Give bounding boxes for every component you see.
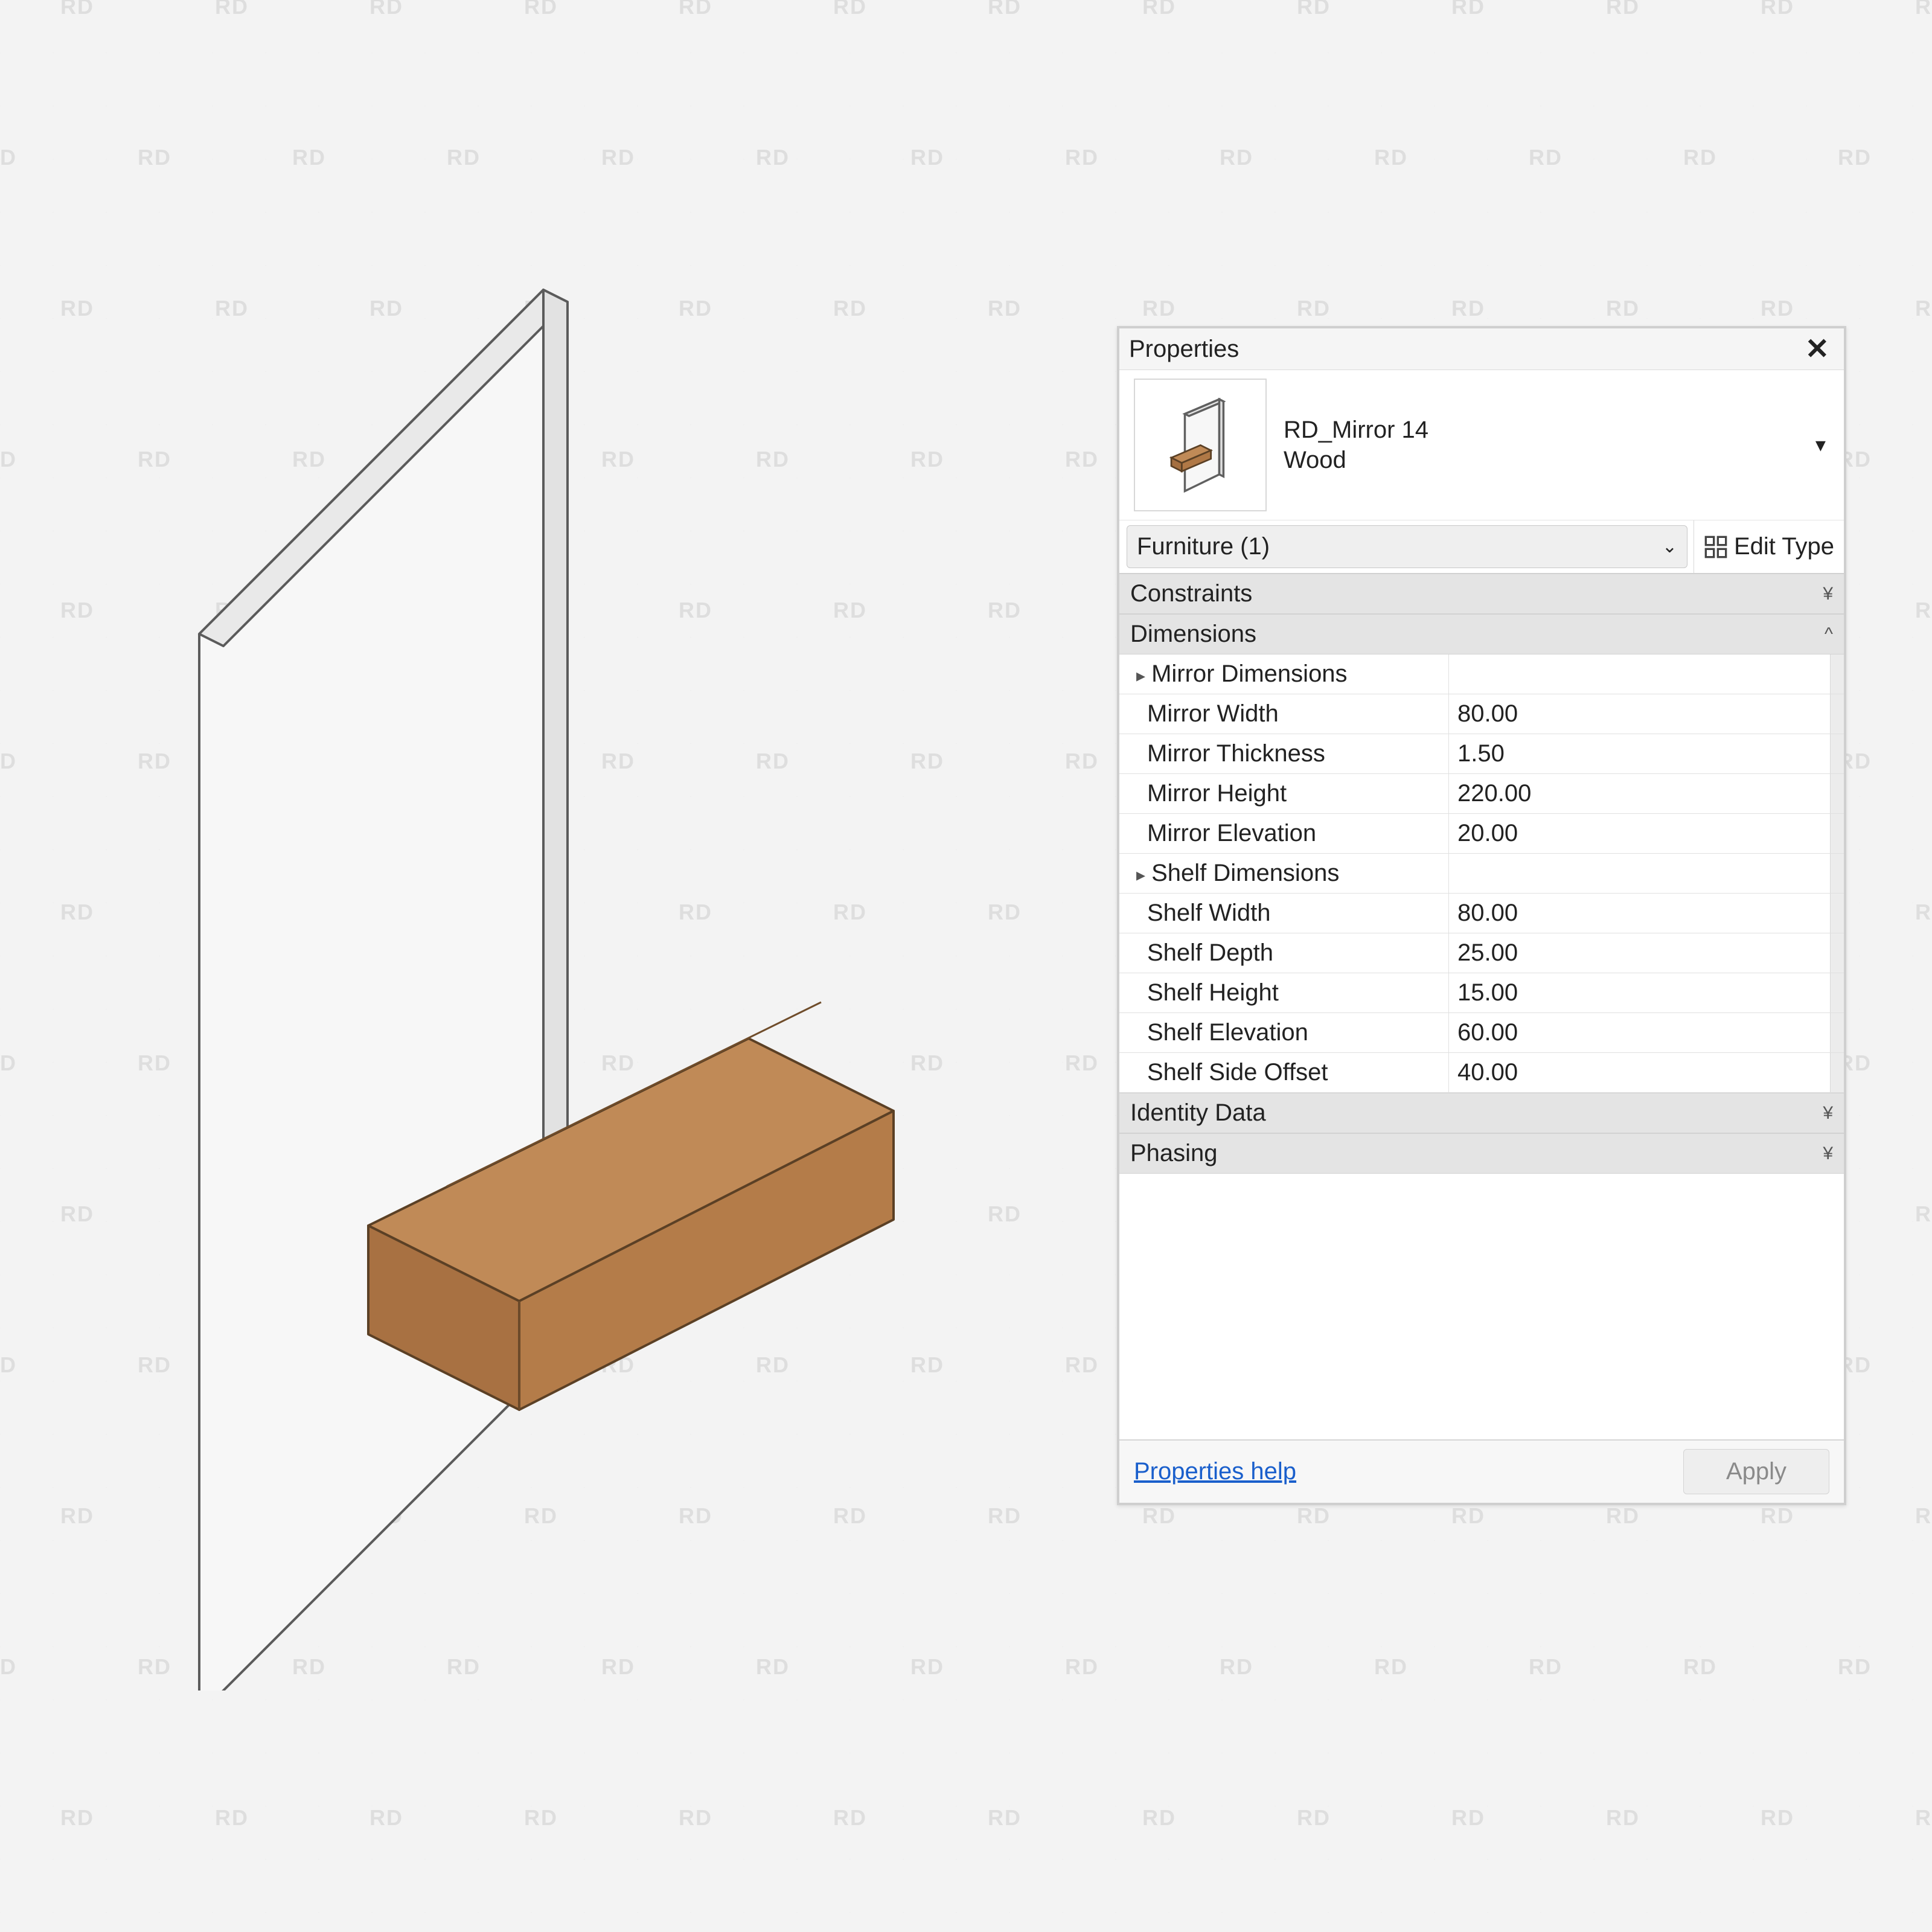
instance-filter-dropdown[interactable]: Furniture (1) ⌄ [1127,525,1687,568]
section-label: Phasing [1130,1140,1218,1167]
family-type: Wood [1284,445,1428,475]
prop-value[interactable]: 220.00 [1448,774,1830,813]
properties-panel: Properties ✕ RD_Mirror 14 Wood ▾ [1117,326,1846,1505]
expand-icon: ¥ [1823,1144,1833,1164]
prop-mirror-elevation: Mirror Elevation 20.00 [1119,814,1844,854]
prop-value[interactable]: 15.00 [1448,973,1830,1012]
row-handle [1830,1013,1844,1052]
expand-icon: ¥ [1823,1103,1833,1124]
panel-titlebar: Properties ✕ [1119,328,1844,370]
section-phasing[interactable]: Phasing ¥ [1119,1133,1844,1174]
prop-value[interactable]: 80.00 [1448,894,1830,933]
family-type-text: RD_Mirror 14 Wood [1284,415,1428,475]
row-handle [1830,854,1844,893]
prop-label: Shelf Side Offset [1119,1053,1448,1092]
prop-mirror-width: Mirror Width 80.00 [1119,694,1844,734]
panel-empty-area [1119,1174,1844,1439]
family-name: RD_Mirror 14 [1284,415,1428,445]
prop-mirror-thickness: Mirror Thickness 1.50 [1119,734,1844,774]
prop-shelf-depth: Shelf Depth 25.00 [1119,933,1844,973]
group-value [1448,854,1830,893]
group-shelf-dimensions[interactable]: Shelf Dimensions [1119,854,1844,894]
chevron-down-icon: ⌄ [1662,536,1677,557]
group-label: Mirror Dimensions [1119,654,1448,694]
row-handle [1830,734,1844,773]
prop-value[interactable]: 1.50 [1448,734,1830,773]
apply-button[interactable]: Apply [1683,1449,1829,1494]
row-handle [1830,973,1844,1012]
prop-label: Shelf Depth [1119,933,1448,973]
prop-value[interactable]: 25.00 [1448,933,1830,973]
section-label: Identity Data [1130,1099,1266,1127]
instance-filter-label: Furniture (1) [1137,533,1270,560]
prop-label: Mirror Width [1119,694,1448,734]
row-handle [1830,814,1844,853]
collapse-icon: ^ [1825,624,1833,645]
prop-label: Shelf Width [1119,894,1448,933]
prop-value[interactable]: 20.00 [1448,814,1830,853]
group-value [1448,654,1830,694]
edit-type-label: Edit Type [1734,533,1834,560]
section-label: Dimensions [1130,621,1256,648]
prop-value[interactable]: 60.00 [1448,1013,1830,1052]
edit-type-button[interactable]: Edit Type [1694,520,1844,573]
prop-mirror-height: Mirror Height 220.00 [1119,774,1844,814]
model-viewport [109,242,1075,1690]
prop-shelf-height: Shelf Height 15.00 [1119,973,1844,1013]
prop-shelf-width: Shelf Width 80.00 [1119,894,1844,933]
prop-label: Shelf Elevation [1119,1013,1448,1052]
section-constraints[interactable]: Constraints ¥ [1119,574,1844,614]
group-label: Shelf Dimensions [1119,854,1448,893]
expand-icon: ¥ [1823,584,1833,604]
row-handle [1830,933,1844,973]
panel-footer: Properties help Apply [1119,1439,1844,1503]
section-identity-data[interactable]: Identity Data ¥ [1119,1093,1844,1133]
row-handle [1830,1053,1844,1092]
row-handle [1830,774,1844,813]
family-thumbnail [1134,379,1267,511]
edit-type-icon [1704,535,1728,559]
section-dimensions[interactable]: Dimensions ^ [1119,614,1844,654]
prop-label: Mirror Elevation [1119,814,1448,853]
row-handle [1830,894,1844,933]
prop-label: Mirror Height [1119,774,1448,813]
row-handle [1830,654,1844,694]
prop-value[interactable]: 80.00 [1448,694,1830,734]
panel-title-text: Properties [1129,336,1239,363]
group-mirror-dimensions[interactable]: Mirror Dimensions [1119,654,1844,694]
row-handle [1830,694,1844,734]
prop-label: Shelf Height [1119,973,1448,1012]
prop-label: Mirror Thickness [1119,734,1448,773]
close-icon[interactable]: ✕ [1800,332,1834,366]
family-type-selector[interactable]: RD_Mirror 14 Wood ▾ [1119,370,1844,520]
prop-value[interactable]: 40.00 [1448,1053,1830,1092]
section-label: Constraints [1130,580,1252,607]
dropdown-caret-icon[interactable]: ▾ [1815,433,1826,457]
properties-help-link[interactable]: Properties help [1134,1458,1296,1485]
prop-shelf-side-offset: Shelf Side Offset 40.00 [1119,1053,1844,1093]
prop-shelf-elevation: Shelf Elevation 60.00 [1119,1013,1844,1053]
